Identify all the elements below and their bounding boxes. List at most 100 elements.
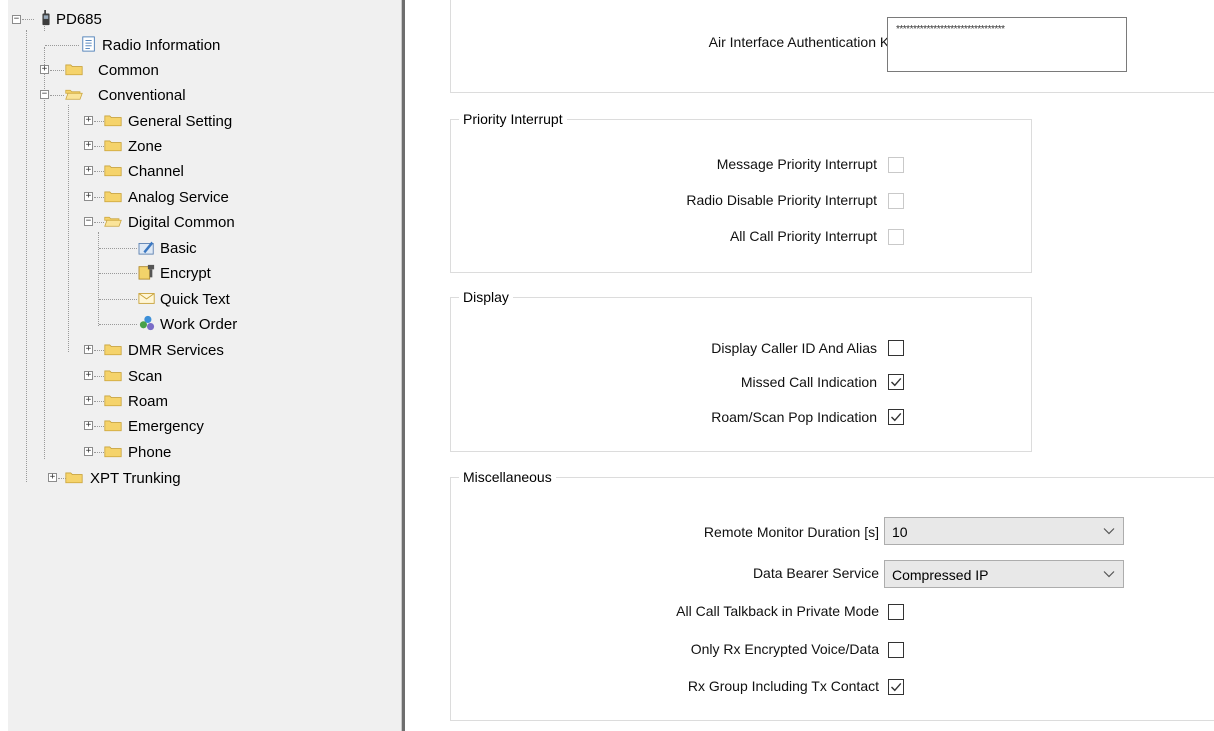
envelope-icon xyxy=(138,293,155,304)
chevron-down-icon xyxy=(1103,528,1115,535)
tree-node-dmr-services[interactable]: + DMR Services xyxy=(8,338,401,362)
expand-toggle[interactable]: + xyxy=(84,192,93,201)
folder-icon xyxy=(65,64,83,76)
expand-toggle[interactable]: + xyxy=(84,345,93,354)
document-list-icon xyxy=(82,36,95,52)
tree-node-basic[interactable]: Basic xyxy=(8,236,401,260)
priority-interrupt-title: Priority Interrupt xyxy=(459,111,567,127)
message-priority-interrupt-checkbox[interactable] xyxy=(888,157,904,173)
tree-node-zone[interactable]: + Zone xyxy=(8,134,401,158)
expand-toggle[interactable]: + xyxy=(84,396,93,405)
expand-toggle[interactable]: + xyxy=(84,141,93,150)
tree-label: XPT Trunking xyxy=(90,470,181,487)
data-bearer-service-select[interactable]: Compressed IP xyxy=(884,560,1124,588)
expand-toggle[interactable]: + xyxy=(48,473,57,482)
display-caller-id-checkbox[interactable] xyxy=(888,340,904,356)
tree-node-conventional[interactable]: − Conventional xyxy=(8,83,401,107)
tree-label: Phone xyxy=(128,444,172,461)
tree-node-channel[interactable]: + Channel xyxy=(8,159,401,183)
missed-call-indication-checkbox[interactable] xyxy=(888,374,904,390)
tree-node-common[interactable]: + Common xyxy=(8,58,401,82)
tree-label: General Setting xyxy=(128,113,233,130)
tree-connector xyxy=(99,324,137,325)
tree-label: Emergency xyxy=(128,418,204,435)
expand-toggle[interactable]: + xyxy=(84,421,93,430)
air-interface-key-field[interactable]: ******************************** xyxy=(887,17,1127,72)
tree-label: Basic xyxy=(160,240,197,257)
tree-node-scan[interactable]: + Scan xyxy=(8,364,401,388)
tree-connector xyxy=(94,350,104,351)
all-call-priority-interrupt-label: All Call Priority Interrupt xyxy=(729,228,877,244)
tree-node-radio-information[interactable]: Radio Information xyxy=(8,33,401,57)
tree-label: Zone xyxy=(128,138,163,155)
roam-scan-pop-indication-label: Roam/Scan Pop Indication xyxy=(711,409,877,425)
remote-monitor-duration-label: Remote Monitor Duration [s] xyxy=(703,524,879,540)
folder-icon xyxy=(104,165,122,177)
remote-monitor-duration-select[interactable]: 10 xyxy=(884,517,1124,545)
folder-icon xyxy=(104,344,122,356)
encrypt-icon xyxy=(138,264,155,280)
tree-node-quick-text[interactable]: Quick Text xyxy=(8,287,401,311)
all-call-priority-interrupt-checkbox[interactable] xyxy=(888,229,904,245)
tree-label: Digital Common xyxy=(128,214,235,231)
radio-disable-priority-interrupt-checkbox[interactable] xyxy=(888,193,904,209)
tree-label: Radio Information xyxy=(102,37,221,54)
tree-node-phone[interactable]: + Phone xyxy=(8,440,401,464)
tree-label: Conventional xyxy=(98,87,186,104)
data-bearer-service-label: Data Bearer Service xyxy=(752,565,879,581)
rx-group-including-tx-contact-checkbox[interactable] xyxy=(888,679,904,695)
display-caller-id-label: Display Caller ID And Alias xyxy=(711,340,877,356)
all-call-talkback-checkbox[interactable] xyxy=(888,604,904,620)
tree-connector xyxy=(94,452,104,453)
folder-icon xyxy=(104,370,122,382)
tree-connector xyxy=(99,273,137,274)
tree-connector xyxy=(94,401,104,402)
all-call-talkback-label: All Call Talkback in Private Mode xyxy=(676,603,879,619)
collapse-toggle[interactable]: − xyxy=(12,15,21,24)
basic-settings-icon xyxy=(138,241,154,255)
tree-node-encrypt[interactable]: Encrypt xyxy=(8,261,401,285)
tree-node-emergency[interactable]: + Emergency xyxy=(8,414,401,438)
expand-toggle[interactable]: + xyxy=(84,447,93,456)
settings-tree: − PD685 Radio Information + Common − Con… xyxy=(8,0,401,731)
tree-connector xyxy=(50,95,64,96)
tree-label: Encrypt xyxy=(160,265,211,282)
tree-connector xyxy=(22,19,34,20)
tree-node-pd685[interactable]: − PD685 xyxy=(8,8,401,32)
remote-monitor-duration-value: 10 xyxy=(892,524,908,540)
tree-node-general-setting[interactable]: + General Setting xyxy=(8,109,401,133)
tree-connector xyxy=(94,376,104,377)
folder-icon xyxy=(65,472,83,484)
tree-node-xpt-trunking[interactable]: + XPT Trunking xyxy=(8,466,401,490)
miscellaneous-title: Miscellaneous xyxy=(459,469,556,485)
tree-node-analog-service[interactable]: + Analog Service xyxy=(8,185,401,209)
miscellaneous-group: Miscellaneous Remote Monitor Duration [s… xyxy=(450,469,1214,721)
expand-toggle[interactable]: + xyxy=(84,116,93,125)
expand-toggle[interactable]: + xyxy=(40,65,49,74)
collapse-toggle[interactable]: − xyxy=(40,90,49,99)
rx-group-including-tx-contact-label: Rx Group Including Tx Contact xyxy=(687,678,879,694)
only-rx-encrypted-label: Only Rx Encrypted Voice/Data xyxy=(690,641,879,657)
tree-node-roam[interactable]: + Roam xyxy=(8,389,401,413)
priority-interrupt-group: Priority Interrupt Message Priority Inte… xyxy=(450,111,1032,273)
collapse-toggle[interactable]: − xyxy=(84,217,93,226)
only-rx-encrypted-checkbox[interactable] xyxy=(888,642,904,658)
folder-icon xyxy=(104,191,122,203)
tree-label: Roam xyxy=(128,393,169,410)
folder-icon xyxy=(104,420,122,432)
expand-toggle[interactable]: + xyxy=(84,166,93,175)
radio-device-icon xyxy=(42,10,50,26)
tree-node-work-order[interactable]: Work Order xyxy=(8,312,401,336)
folder-icon xyxy=(104,395,122,407)
tree-connector xyxy=(99,248,137,249)
navigation-tree-pane: − PD685 Radio Information + Common − Con… xyxy=(8,0,402,731)
tree-connector xyxy=(50,70,64,71)
settings-panel: Air Interface Authentication Key *******… xyxy=(405,0,1214,731)
tree-label: Quick Text xyxy=(160,291,230,308)
tree-node-digital-common[interactable]: − Digital Common xyxy=(8,210,401,234)
message-priority-interrupt-label: Message Priority Interrupt xyxy=(716,156,877,172)
radio-disable-priority-interrupt-label: Radio Disable Priority Interrupt xyxy=(686,192,877,208)
roam-scan-pop-indication-checkbox[interactable] xyxy=(888,409,904,425)
display-group: Display Display Caller ID And Alias Miss… xyxy=(450,289,1032,452)
expand-toggle[interactable]: + xyxy=(84,371,93,380)
